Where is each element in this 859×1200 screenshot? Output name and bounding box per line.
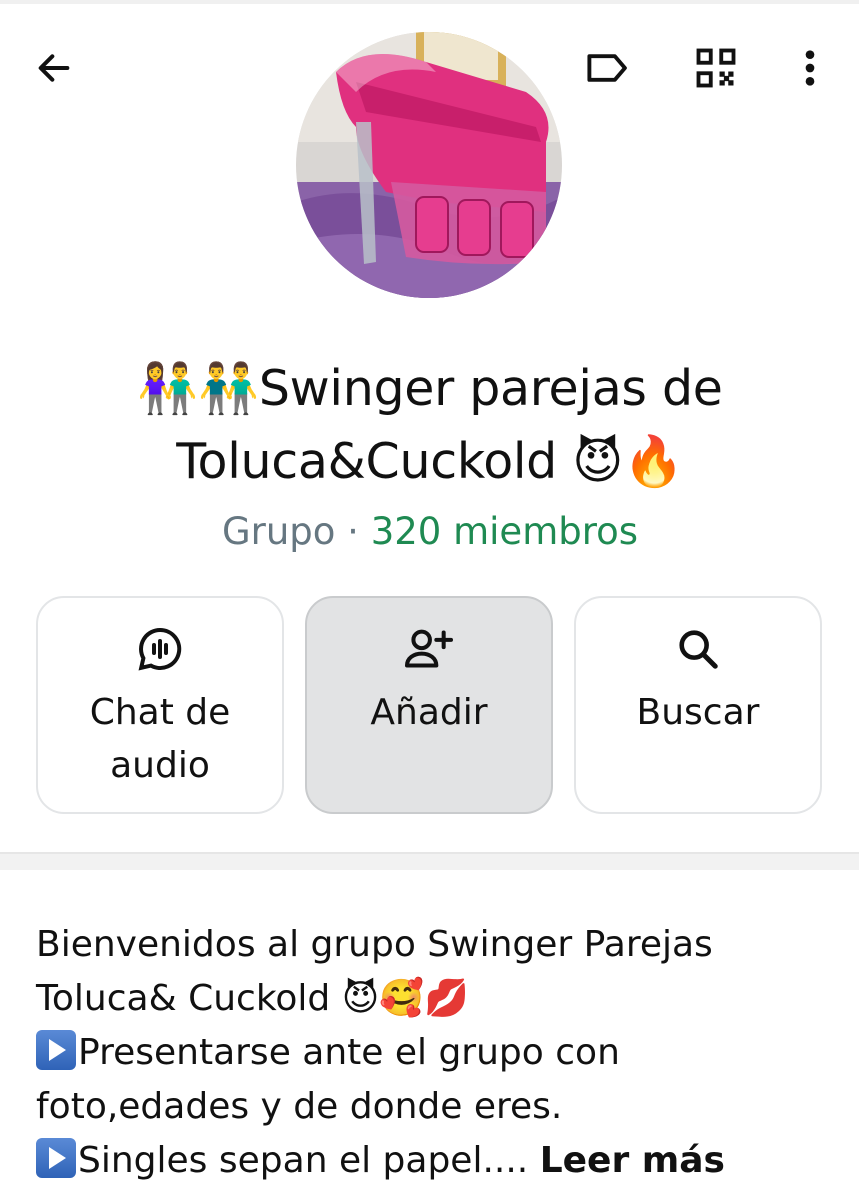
read-more-link[interactable]: Leer más <box>540 1140 725 1181</box>
more-options-button[interactable] <box>784 40 836 96</box>
avatar-photo <box>296 32 562 298</box>
qr-code-icon <box>696 48 736 88</box>
label-tag-icon <box>587 54 627 82</box>
group-title-line-2: Toluca&Cuckold 😈🔥 <box>176 433 684 490</box>
audio-chat-label-line-2: audio <box>110 745 210 786</box>
group-description: Bienvenidos al grupo Swinger Parejas Tol… <box>36 918 836 1188</box>
group-title-line-1: 👫👬Swinger parejas de <box>137 360 723 417</box>
meta-separator: · <box>335 510 371 553</box>
status-strip <box>0 0 859 4</box>
members-count[interactable]: 320 miembros <box>371 510 638 553</box>
back-button[interactable] <box>24 40 84 96</box>
arrow-left-icon <box>38 54 70 82</box>
add-person-icon <box>404 629 454 668</box>
group-meta: Grupo · 320 miembros <box>60 505 800 559</box>
description-line-2: Toluca& Cuckold 😈🥰💋 <box>36 978 469 1019</box>
audio-chat-label: Chat de audio <box>38 686 282 792</box>
add-member-label: Añadir <box>370 692 488 733</box>
play-button-emoji-icon <box>36 1138 76 1178</box>
section-divider <box>0 852 859 870</box>
play-button-emoji-icon <box>36 1030 76 1070</box>
label-button[interactable] <box>578 40 638 96</box>
group-kind: Grupo <box>221 510 336 553</box>
audio-chat-button[interactable]: Chat de audio <box>36 596 284 814</box>
search-label: Buscar <box>636 692 760 733</box>
group-avatar[interactable] <box>296 32 562 298</box>
search-button[interactable]: Buscar <box>574 596 822 814</box>
description-line-1: Bienvenidos al grupo Swinger Parejas <box>36 924 713 965</box>
description-line-3: Presentarse ante el grupo con <box>78 1032 620 1073</box>
more-vertical-icon <box>805 50 815 86</box>
qr-code-button[interactable] <box>686 40 746 96</box>
audio-chat-icon <box>138 627 182 671</box>
description-line-5: Singles sepan el papel.... <box>78 1140 529 1181</box>
audio-chat-label-line-1: Chat de <box>89 692 231 733</box>
add-member-button[interactable]: Añadir <box>305 596 553 814</box>
group-title: 👫👬Swinger parejas de Toluca&Cuckold 😈🔥 <box>70 352 790 498</box>
search-icon <box>679 630 718 669</box>
description-line-4: foto,edades y de donde eres. <box>36 1086 563 1127</box>
